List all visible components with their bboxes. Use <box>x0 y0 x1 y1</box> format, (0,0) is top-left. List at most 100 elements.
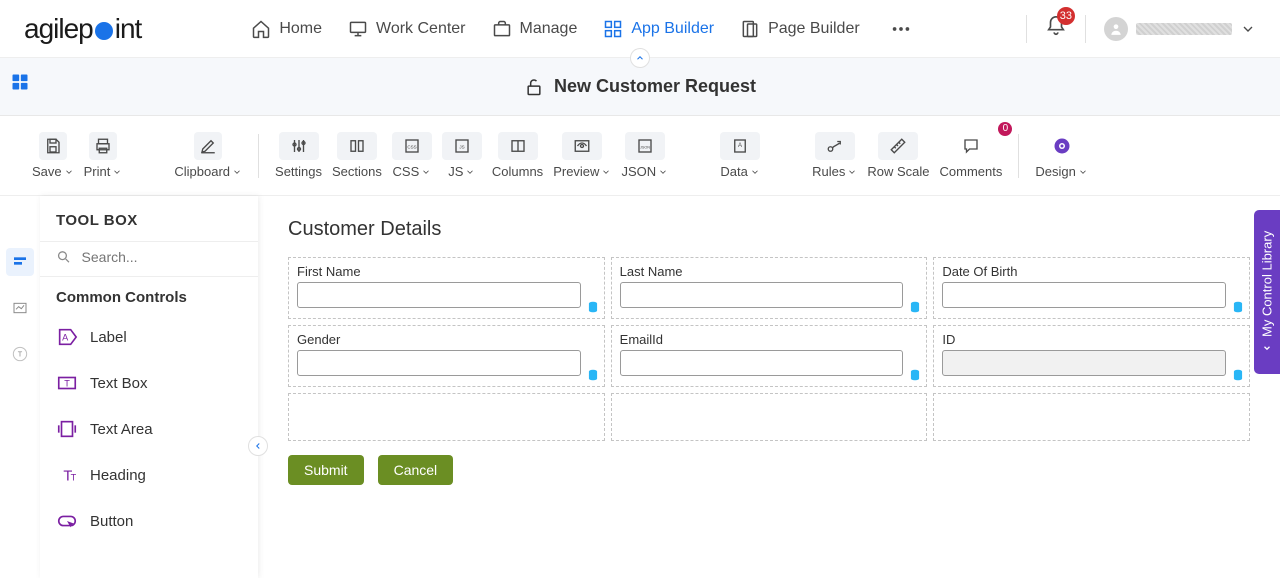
tool-label: Print <box>84 164 111 179</box>
save-button[interactable]: Save <box>30 128 76 183</box>
main-area: T TOOL BOX Common Controls A Label T Tex… <box>0 196 1280 578</box>
control-textarea[interactable]: Text Area <box>40 406 258 452</box>
cancel-button[interactable]: Cancel <box>378 455 454 485</box>
nav-app-builder[interactable]: App Builder <box>603 19 714 39</box>
left-rail: T <box>0 196 40 578</box>
tool-label: Preview <box>553 164 599 179</box>
print-button[interactable]: Print <box>82 128 125 183</box>
toolbox-sidebar: TOOL BOX Common Controls A Label T Text … <box>40 196 258 578</box>
comments-button[interactable]: 0 Comments <box>938 128 1005 183</box>
tool-label: Design <box>1035 164 1075 179</box>
rail-text[interactable]: T <box>6 340 34 368</box>
nav-label: Work Center <box>376 20 466 38</box>
field-lastname[interactable]: Last Name <box>611 257 928 319</box>
rail-analytics[interactable] <box>6 294 34 322</box>
json-button[interactable]: JSON JSON <box>619 128 670 183</box>
nav-more[interactable] <box>886 18 916 40</box>
data-button[interactable]: A Data <box>718 128 762 183</box>
toolbox-title: TOOL BOX <box>40 212 258 241</box>
field-firstname[interactable]: First Name <box>288 257 605 319</box>
svg-text:JS: JS <box>459 144 464 149</box>
rowscale-button[interactable]: Row Scale <box>865 128 931 183</box>
chevron-down-icon <box>112 167 122 177</box>
settings-button[interactable]: Settings <box>273 128 324 183</box>
field-gender[interactable]: Gender <box>288 325 605 387</box>
nav-manage[interactable]: Manage <box>492 19 578 39</box>
nav-label: Manage <box>520 20 578 38</box>
gender-input[interactable] <box>297 350 581 376</box>
columns-icon <box>509 137 527 155</box>
preview-button[interactable]: Preview <box>551 128 613 183</box>
chart-icon <box>12 300 28 316</box>
search-input[interactable] <box>82 249 242 265</box>
chevron-down-icon <box>601 167 611 177</box>
textbox-icon: T <box>56 372 78 394</box>
control-heading[interactable]: TT Heading <box>40 452 258 498</box>
preview-icon <box>573 137 591 155</box>
form-canvas: Customer Details First Name Last Name Da… <box>258 196 1280 578</box>
monitor-icon <box>348 19 368 39</box>
control-label[interactable]: A Label <box>40 314 258 360</box>
search-icon <box>56 248 72 266</box>
empty-cell[interactable] <box>611 393 928 441</box>
my-control-library-tab[interactable]: My Control Library <box>1254 210 1280 374</box>
notifications-button[interactable]: 33 <box>1045 15 1067 42</box>
js-button[interactable]: JS JS <box>440 128 484 183</box>
user-icon <box>1109 22 1123 36</box>
text-icon: T <box>12 346 28 362</box>
id-input[interactable] <box>942 350 1226 376</box>
nav-work-center[interactable]: Work Center <box>348 19 466 39</box>
logo-dot-icon <box>95 22 113 40</box>
design-mode-button[interactable]: Design <box>1033 128 1089 183</box>
tool-label: JSON <box>621 164 656 179</box>
side-tab-label: My Control Library <box>1260 231 1275 337</box>
css-button[interactable]: CSS CSS <box>390 128 434 183</box>
firstname-input[interactable] <box>297 282 581 308</box>
nav-home[interactable]: Home <box>251 19 322 39</box>
sections-button[interactable]: Sections <box>330 128 384 183</box>
field-label: First Name <box>297 264 596 279</box>
edit-icon <box>199 137 217 155</box>
tool-label: Rules <box>812 164 845 179</box>
database-icon <box>1231 300 1245 314</box>
button-icon <box>56 510 78 532</box>
collapse-header-button[interactable] <box>630 48 650 68</box>
rail-form-controls[interactable] <box>6 248 34 276</box>
save-icon <box>44 137 62 155</box>
field-id[interactable]: ID <box>933 325 1250 387</box>
chevron-left-icon <box>1262 343 1272 353</box>
notification-count-badge: 33 <box>1057 7 1075 25</box>
clipboard-button[interactable]: Clipboard <box>172 128 244 183</box>
control-label-text: Heading <box>90 467 146 484</box>
field-dob[interactable]: Date Of Birth <box>933 257 1250 319</box>
sidebar-collapse-button[interactable] <box>248 436 268 456</box>
control-button[interactable]: Button <box>40 498 258 544</box>
top-nav: Home Work Center Manage App Builder Page… <box>251 18 915 40</box>
empty-cell[interactable] <box>933 393 1250 441</box>
emailid-input[interactable] <box>620 350 904 376</box>
apps-grid-button[interactable] <box>10 72 30 97</box>
control-label-text: Label <box>90 329 127 346</box>
comments-icon <box>962 137 980 155</box>
more-icon <box>890 18 912 40</box>
dob-input[interactable] <box>942 282 1226 308</box>
rules-button[interactable]: Rules <box>810 128 859 183</box>
apps-icon <box>10 72 30 92</box>
submit-button[interactable]: Submit <box>288 455 364 485</box>
nav-label: Page Builder <box>768 20 860 38</box>
field-emailid[interactable]: EmailId <box>611 325 928 387</box>
field-label: ID <box>942 332 1241 347</box>
lastname-input[interactable] <box>620 282 904 308</box>
empty-cell[interactable] <box>288 393 605 441</box>
columns-button[interactable]: Columns <box>490 128 545 183</box>
database-icon <box>586 300 600 314</box>
rules-icon <box>826 137 844 155</box>
chevron-down-icon <box>658 167 668 177</box>
nav-page-builder[interactable]: Page Builder <box>740 19 860 39</box>
data-icon: A <box>731 137 749 155</box>
toolbox-search[interactable] <box>40 241 258 277</box>
svg-text:JSON: JSON <box>640 145 650 149</box>
user-menu[interactable] <box>1104 17 1256 41</box>
control-textbox[interactable]: T Text Box <box>40 360 258 406</box>
divider <box>1018 134 1019 178</box>
